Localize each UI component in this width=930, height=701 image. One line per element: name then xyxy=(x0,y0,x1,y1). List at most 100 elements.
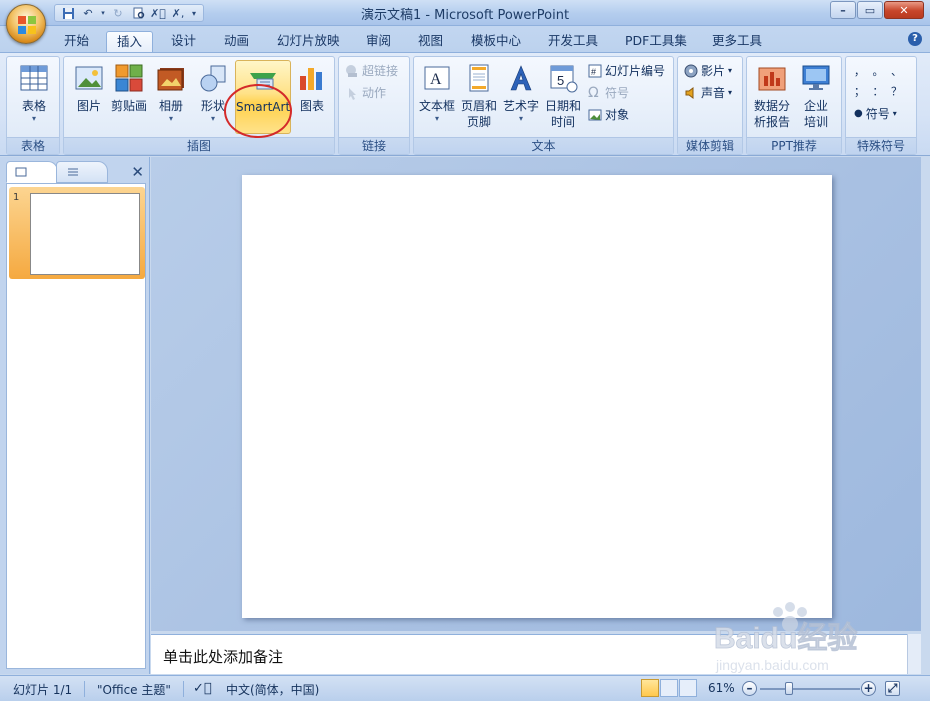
wordart-button[interactable]: 艺术字 ▾ xyxy=(498,60,544,134)
vertical-scrollbar[interactable] xyxy=(921,157,930,631)
notes-placeholder[interactable]: 单击此处添加备注 xyxy=(163,646,283,667)
zoom-slider[interactable] xyxy=(760,688,860,690)
panel-tabs: ✕ xyxy=(6,161,146,183)
chevron-down-icon: ▾ xyxy=(168,114,173,123)
textbox-icon: A xyxy=(424,66,450,90)
picture-label: 图片 xyxy=(76,99,101,113)
date-time-label-2: 时间 xyxy=(550,115,575,129)
hyperlink-label: 超链接 xyxy=(362,64,399,78)
album-label: 相册 xyxy=(158,99,183,113)
tab-review[interactable]: 审阅 xyxy=(356,31,401,52)
monitor-icon xyxy=(802,65,830,90)
tab-insert[interactable]: 插入 xyxy=(106,31,154,52)
tab-home[interactable]: 开始 xyxy=(54,31,99,52)
punctuation-row-1[interactable]: ， 。 、 xyxy=(854,62,904,82)
wordart-icon xyxy=(510,65,532,91)
group-label-illustrations: 插图 xyxy=(64,137,334,154)
special-symbol-label: 符号 xyxy=(865,107,890,121)
textbox-button[interactable]: A 文本框 ▾ xyxy=(414,60,460,134)
highlight-circle xyxy=(224,84,292,138)
tab-animations[interactable]: 动画 xyxy=(214,31,259,52)
close-icon[interactable]: ✕ xyxy=(884,1,924,19)
group-label-media: 媒体剪辑 xyxy=(678,137,742,154)
minimize-icon[interactable]: – xyxy=(830,1,856,19)
chevron-down-icon: ▾ xyxy=(31,114,36,123)
tab-slideshow[interactable]: 幻灯片放映 xyxy=(267,31,350,52)
tab-slides-thumbnails[interactable] xyxy=(6,161,58,183)
album-button[interactable]: 相册 ▾ xyxy=(148,60,194,134)
enterprise-training-button[interactable]: 企业 培训 xyxy=(793,60,839,134)
language-indicator[interactable]: 中文(简体，中国) xyxy=(226,681,319,698)
group-links: 超链接 动作 链接 xyxy=(338,56,410,155)
fit-to-window-icon[interactable]: ⤢ xyxy=(885,681,900,696)
slideshow-view-icon[interactable] xyxy=(679,679,697,697)
chart-label: 图表 xyxy=(299,99,324,113)
zoom-in-icon[interactable]: + xyxy=(861,681,876,696)
bullet-icon: ● xyxy=(854,108,863,119)
tab-template-center[interactable]: 模板中心 xyxy=(461,31,531,52)
shapes-icon xyxy=(200,65,226,92)
tab-design[interactable]: 设计 xyxy=(161,31,206,52)
office-button[interactable] xyxy=(6,4,46,44)
svg-text:#: # xyxy=(591,67,596,77)
action-button[interactable]: 动作 xyxy=(345,83,386,103)
special-symbol-button[interactable]: ● 符号 ▾ xyxy=(854,104,897,124)
tab-developer[interactable]: 开发工具 xyxy=(538,31,608,52)
help-icon[interactable]: ? xyxy=(908,32,922,46)
slide-thumbnail[interactable] xyxy=(30,193,140,275)
zoom-level[interactable]: 61% xyxy=(708,681,735,695)
wordart-label: 艺术字 xyxy=(502,99,539,113)
shapes-label: 形状 xyxy=(200,99,225,113)
watermark-url: jingyan.baidu.com xyxy=(715,657,829,673)
tab-view[interactable]: 视图 xyxy=(408,31,453,52)
close-icon[interactable]: ✕ xyxy=(131,163,144,181)
chart-button[interactable]: 图表 xyxy=(289,60,335,134)
outline-icon xyxy=(68,168,78,176)
group-label-links: 链接 xyxy=(339,137,409,154)
slide-number-button[interactable]: # 幻灯片编号 xyxy=(588,61,665,81)
zoom-slider-thumb[interactable] xyxy=(785,682,793,695)
clipart-button[interactable]: 剪贴画 xyxy=(106,60,152,134)
chevron-down-icon: ▾ xyxy=(892,109,897,118)
speaker-icon xyxy=(684,86,698,100)
window-title: 演示文稿1 - Microsoft PowerPoint xyxy=(360,8,570,23)
object-button[interactable]: 对象 xyxy=(588,105,629,125)
slide-canvas[interactable] xyxy=(242,175,832,618)
header-footer-button[interactable]: 页眉和 页脚 xyxy=(456,60,502,134)
hyperlink-button[interactable]: 超链接 xyxy=(345,61,398,81)
picture-icon xyxy=(75,66,103,90)
tab-outline[interactable] xyxy=(56,161,108,183)
header-footer-icon xyxy=(469,64,489,92)
notes-scrollbar[interactable] xyxy=(907,634,921,674)
baidu-watermark: Baidu经验 jingyan.baidu.com xyxy=(714,602,858,673)
training-label-1: 企业 xyxy=(803,99,828,113)
album-icon xyxy=(157,68,184,91)
header-footer-label-2: 页脚 xyxy=(466,115,491,129)
text-symbol-label: 符号 xyxy=(605,86,630,100)
sound-button[interactable]: 声音 ▾ xyxy=(684,83,732,103)
movie-button[interactable]: 影片 ▾ xyxy=(684,61,732,81)
clipart-label: 剪贴画 xyxy=(110,99,147,113)
sound-label: 声音 xyxy=(701,86,726,100)
tab-more-tools[interactable]: 更多工具 xyxy=(702,31,772,52)
window-controls: – ▭ ✕ xyxy=(830,1,924,19)
tab-pdf-tools[interactable]: PDF工具集 xyxy=(615,31,697,52)
maximize-icon[interactable]: ▭ xyxy=(857,1,883,19)
date-time-button[interactable]: 5 日期和 时间 xyxy=(540,60,586,134)
slide-sorter-icon[interactable] xyxy=(660,679,678,697)
group-label-text: 文本 xyxy=(414,137,673,154)
report-icon xyxy=(758,67,786,91)
punctuation-row-2[interactable]: ； ： ？ xyxy=(854,82,904,102)
zoom-out-icon[interactable]: – xyxy=(742,681,757,696)
data-report-button[interactable]: 数据分 析报告 xyxy=(749,60,795,134)
text-symbol-button[interactable]: Ω 符号 xyxy=(588,83,629,103)
header-footer-label-1: 页眉和 xyxy=(460,99,497,113)
spell-check-icon[interactable]: ✓⃝ xyxy=(193,681,212,696)
group-label-ppt: PPT推荐 xyxy=(747,137,841,154)
normal-view-icon[interactable] xyxy=(641,679,659,697)
table-button[interactable]: 表格 ▾ xyxy=(11,60,57,134)
office-logo-icon xyxy=(18,16,36,34)
film-reel-icon xyxy=(684,64,698,78)
slide-thumbnail-selected[interactable]: 1 xyxy=(9,187,145,279)
status-divider xyxy=(183,681,184,697)
